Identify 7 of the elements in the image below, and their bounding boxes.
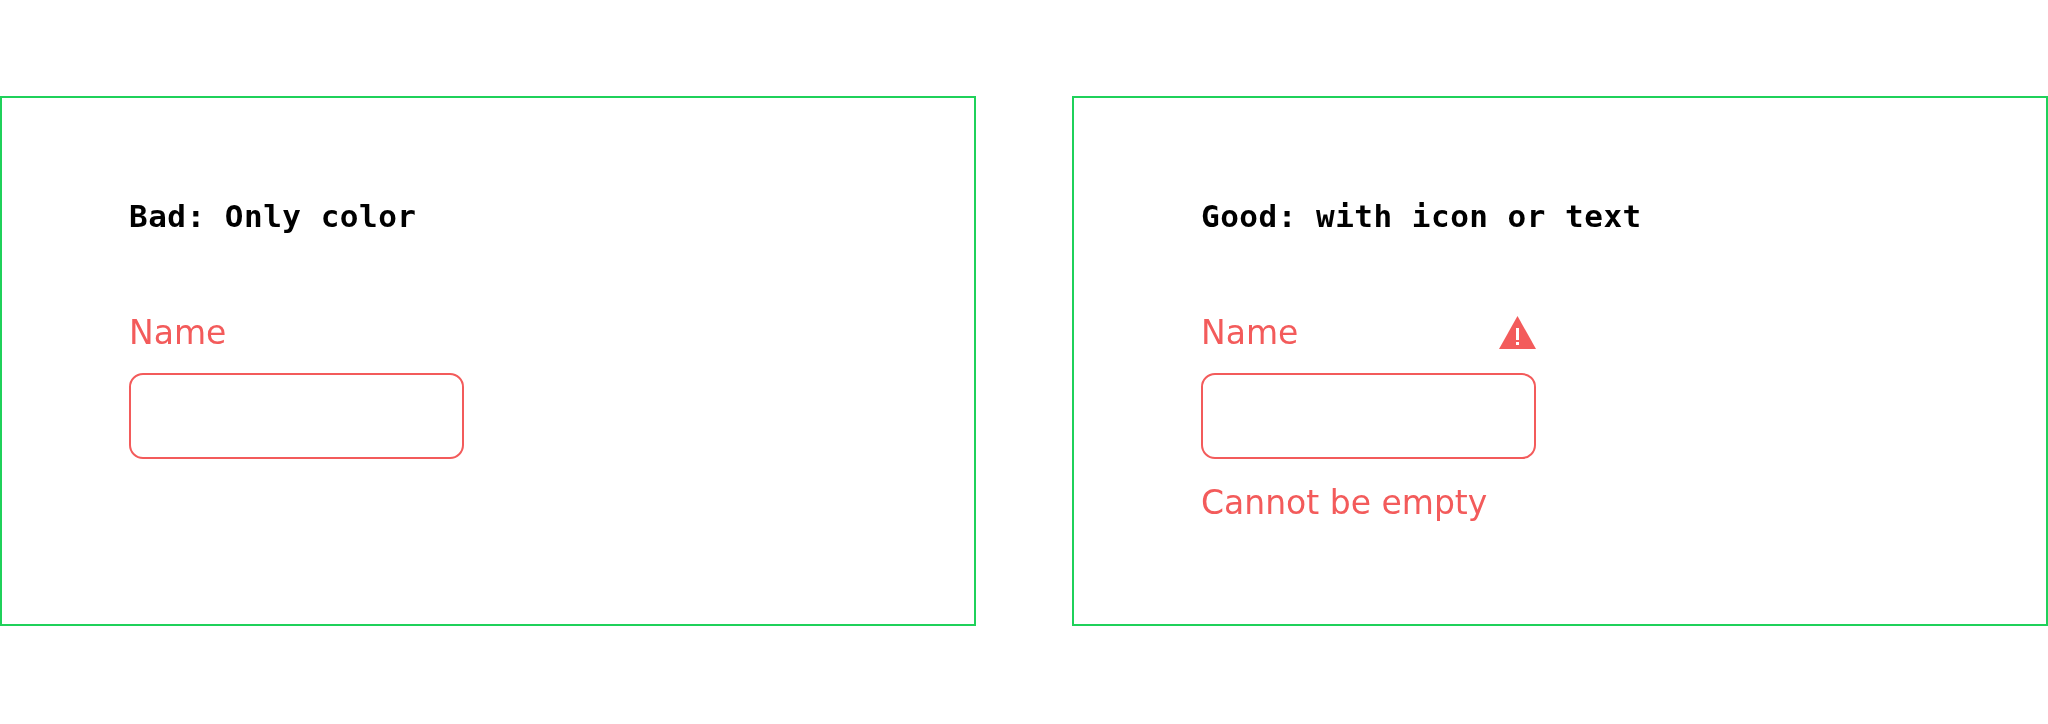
field-label: Name <box>129 316 227 349</box>
name-input-field[interactable] <box>1201 373 1536 459</box>
name-input-field[interactable] <box>129 373 464 459</box>
error-message: Cannot be empty <box>1201 483 1489 522</box>
panel-title: Good: with icon or text <box>1201 198 1643 234</box>
field-label: Name <box>1201 316 1299 349</box>
panel-title: Bad: Only color <box>129 198 418 234</box>
